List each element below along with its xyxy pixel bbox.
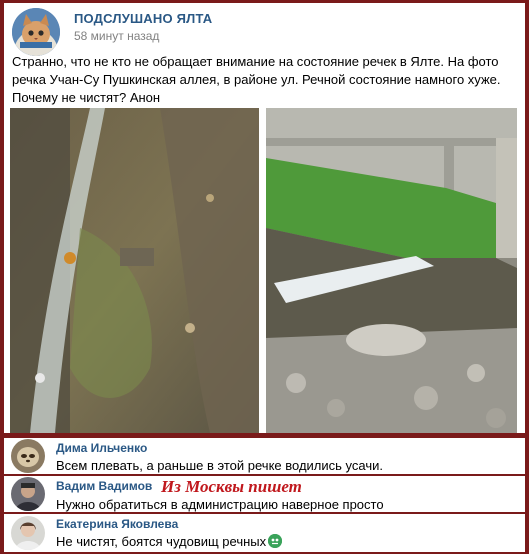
comment-author-link[interactable]: Вадим Вадимов: [56, 479, 152, 493]
post-photo-right[interactable]: [266, 108, 517, 433]
comment-author-link[interactable]: Дима Ильченко: [56, 441, 147, 455]
group-avatar[interactable]: [12, 8, 60, 56]
comment-text: Нужно обратиться в администрацию наверно…: [56, 497, 384, 512]
comment-author-link[interactable]: Екатерина Яковлева: [56, 517, 178, 531]
comment-avatar[interactable]: [11, 516, 45, 550]
comment-text-content: Не чистят, боятся чудовищ речных: [56, 534, 267, 549]
comment-avatar[interactable]: [11, 439, 45, 473]
post-timestamp[interactable]: 58 минут назад: [74, 29, 159, 43]
monster-emoji-icon: [268, 534, 283, 548]
post-photo-left[interactable]: [10, 108, 259, 433]
post-text: Странно, что не кто не обращает внимание…: [12, 54, 501, 105]
cat-avatar-icon: [12, 8, 60, 56]
comment-avatar[interactable]: [11, 477, 45, 511]
person-avatar-icon: [11, 516, 45, 550]
river-photo-image: [10, 108, 259, 433]
post-card: ПОДСЛУШАНО ЯЛТА 58 минут назад Странно, …: [4, 3, 525, 433]
comment-item: Екатерина Яковлева Не чистят, боятся чуд…: [4, 514, 525, 552]
comment-text: Всем плевать, а раньше в этой речке води…: [56, 458, 383, 473]
group-name-link[interactable]: ПОДСЛУШАНО ЯЛТА: [74, 11, 212, 26]
comment-text: Не чистят, боятся чудовищ речных: [56, 534, 283, 549]
river-wall-photo-image: [266, 108, 517, 433]
comment-item: Дима Ильченко Всем плевать, а раньше в э…: [4, 438, 525, 474]
sloth-avatar-icon: [11, 439, 45, 473]
overlay-title: Из Москвы пишет: [161, 477, 302, 496]
person-avatar-icon: [11, 477, 45, 511]
